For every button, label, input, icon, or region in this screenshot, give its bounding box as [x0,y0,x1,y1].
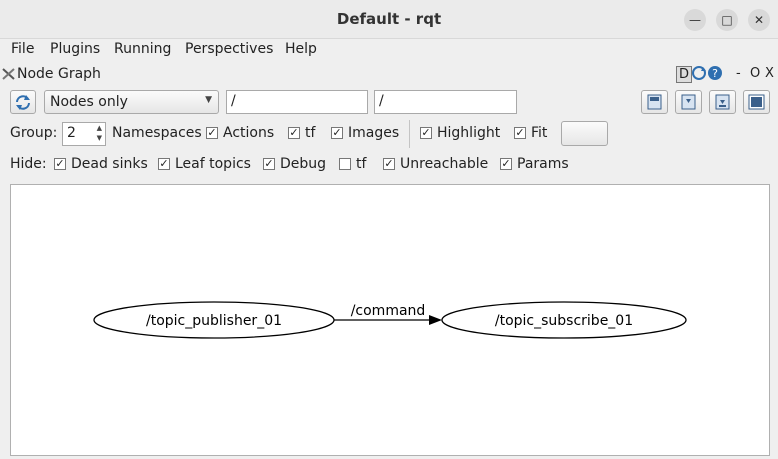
debug-label: Debug [280,156,327,172]
menu-plugins[interactable]: Plugins [50,41,100,57]
chevron-down-icon: ▼ [205,95,212,105]
namespaces-checkbox[interactable]: ✓ [206,127,218,139]
dead-sinks-checkbox[interactable]: ✓ [54,158,66,170]
float-plugin-button[interactable]: O [750,66,760,81]
hide-label: Hide: [10,156,47,172]
namespaces-label: Namespaces [112,125,202,141]
save-dot-button[interactable] [675,90,702,114]
fit-in-view-button[interactable] [561,121,608,146]
close-plugin-button[interactable]: X [765,66,774,81]
menu-perspectives[interactable]: Perspectives [185,41,273,57]
tf-hide-label: tf [356,156,367,172]
save-svg-button[interactable] [709,90,736,114]
open-file-icon [647,94,662,110]
menu-file[interactable]: File [11,41,34,57]
minimize-plugin-button[interactable]: - [736,66,741,81]
save-svg-icon [715,94,730,110]
close-button[interactable]: ✕ [748,9,770,31]
unreachable-label: Unreachable [400,156,489,172]
graph-mode-select[interactable]: Nodes only ▼ [44,90,219,114]
params-checkbox[interactable]: ✓ [500,158,512,170]
dock-button[interactable]: D [676,66,693,83]
topic-filter-input[interactable]: / [374,90,517,114]
window-title: Default - rqt [336,10,442,28]
graph-svg: /topic_publisher_01 /topic_subscribe_01 … [93,301,687,339]
unreachable-checkbox[interactable]: ✓ [383,158,395,170]
minimize-button[interactable]: — [684,9,706,31]
save-image-icon [748,94,765,110]
group-spinbox[interactable]: 2 ▲ ▼ [62,122,106,146]
save-dot-icon [681,94,696,110]
graph-canvas[interactable]: /topic_publisher_01 /topic_subscribe_01 … [10,184,770,456]
svg-text:?: ? [712,67,718,80]
save-image-button[interactable] [743,90,770,114]
load-dot-button[interactable] [641,90,668,114]
plugin-title: Node Graph [17,66,101,82]
help-icon[interactable]: ? [707,65,723,81]
menu-running[interactable]: Running [114,41,171,57]
edge-label-command: /command [351,303,426,319]
node-filter-input[interactable]: / [226,90,368,114]
plugin-header: Node Graph D ? - O X [0,63,778,85]
actions-label: Actions [223,125,275,141]
node-label-publisher: /topic_publisher_01 [146,313,282,329]
maximize-button[interactable]: □ [716,9,738,31]
refresh-icon [16,95,30,110]
menu-help[interactable]: Help [285,41,317,57]
leaf-topics-checkbox[interactable]: ✓ [158,158,170,170]
images-checkbox[interactable]: ✓ [331,127,343,139]
fit-label: Fit [531,125,548,141]
separator [409,120,410,148]
tf-hide-checkbox[interactable] [339,158,351,170]
params-label: Params [517,156,569,172]
refresh-button[interactable] [10,90,36,114]
highlight-label: Highlight [437,125,501,141]
images-label: Images [348,125,400,141]
dead-sinks-label: Dead sinks [71,156,148,172]
edge-arrowhead [429,315,442,325]
tf-group-label: tf [305,125,316,141]
fit-checkbox[interactable]: ✓ [514,127,526,139]
debug-checkbox[interactable]: ✓ [263,158,275,170]
reload-plugin-icon[interactable] [691,65,707,81]
tf-group-checkbox[interactable]: ✓ [288,127,300,139]
highlight-checkbox[interactable]: ✓ [420,127,432,139]
group-label: Group: [10,125,58,141]
window-titlebar: Default - rqt — □ ✕ [0,0,778,39]
graph-mode-value: Nodes only [50,94,128,110]
node-label-subscriber: /topic_subscribe_01 [495,313,633,329]
tools-icon [2,68,15,80]
menubar: File Plugins Running Perspectives Help [0,39,778,61]
leaf-topics-label: Leaf topics [175,156,251,172]
spin-arrows-icon[interactable]: ▲ ▼ [97,123,102,143]
group-value: 2 [67,125,76,141]
